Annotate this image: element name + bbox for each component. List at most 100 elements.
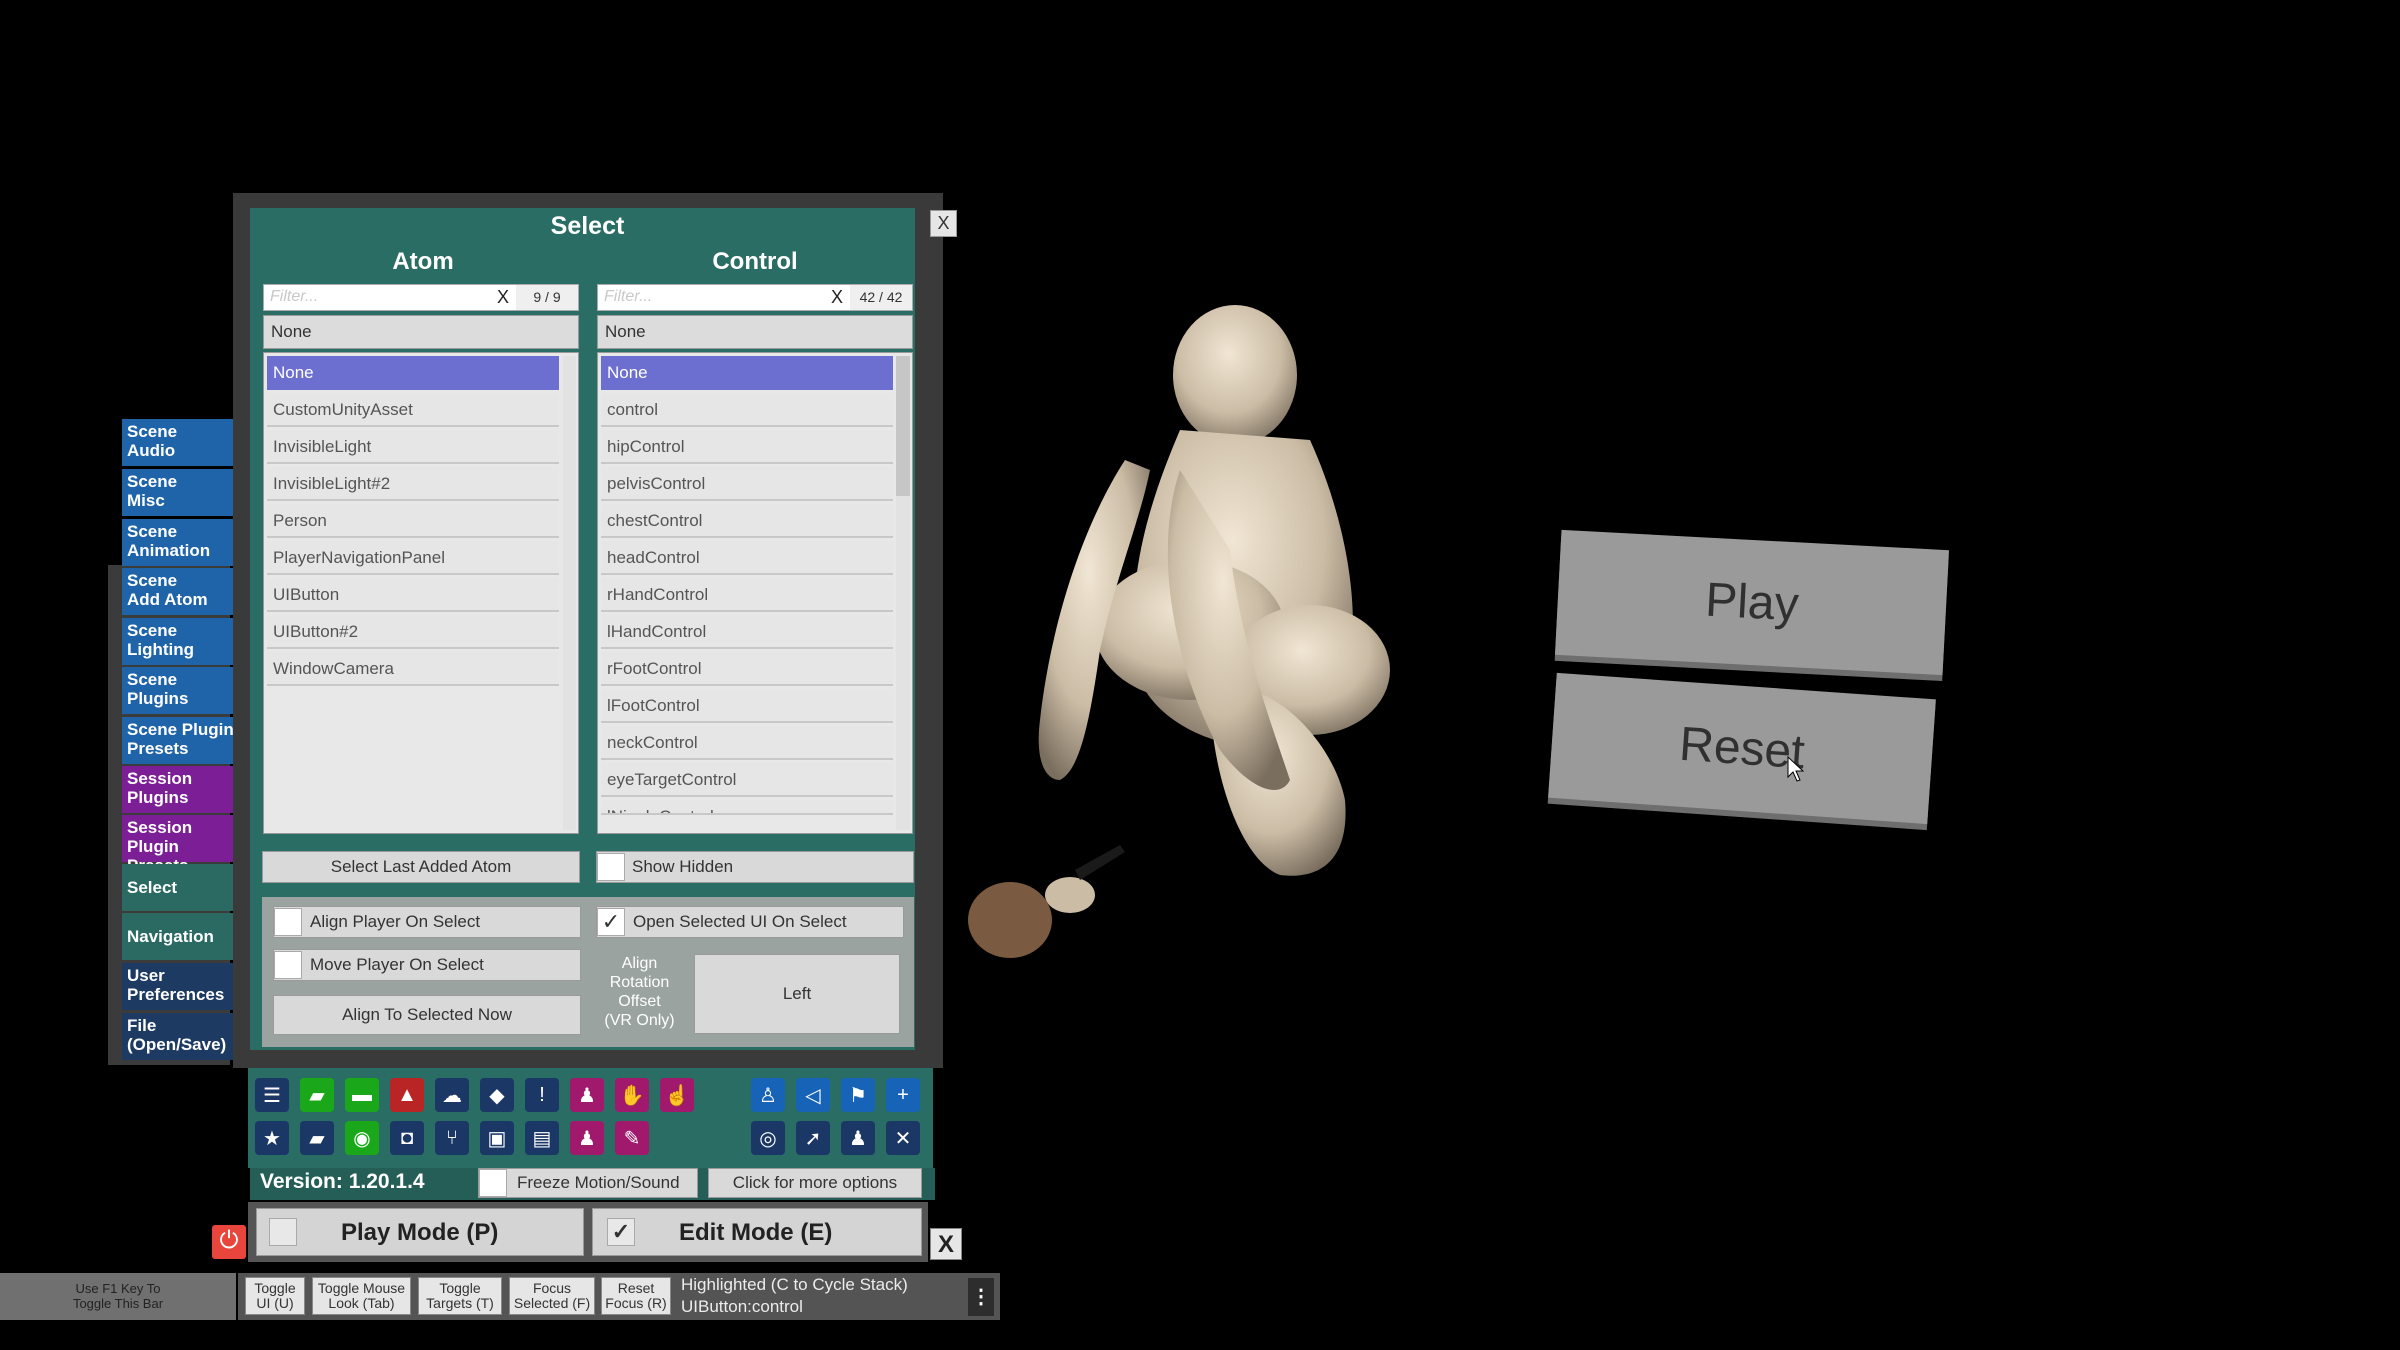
camera-icon[interactable]: ◘ <box>390 1121 424 1155</box>
folder-icon[interactable]: ▬ <box>345 1078 379 1112</box>
more-menu-icon[interactable]: ⋮ <box>968 1278 994 1316</box>
select-last-added-atom-button[interactable]: Select Last Added Atom <box>262 851 580 883</box>
delete-icon[interactable]: ▲ <box>390 1078 424 1112</box>
category-tab[interactable]: Scene Misc <box>122 469 246 516</box>
cloud-icon[interactable]: ☁ <box>435 1078 469 1112</box>
control-list-item[interactable]: lNippleControl <box>601 800 893 815</box>
bottom-bar-button[interactable]: Toggle Targets (T) <box>418 1277 502 1315</box>
atom-list-item[interactable]: PlayerNavigationPanel <box>267 541 559 575</box>
freeze-motion-toggle[interactable]: Freeze Motion/Sound <box>478 1168 698 1198</box>
atom-list-item[interactable]: InvisibleLight <box>267 430 559 464</box>
category-tab[interactable]: Scene Add Atom <box>122 568 246 615</box>
align-rotation-offset-select[interactable]: Left <box>694 954 900 1034</box>
package-icon[interactable]: ▣ <box>480 1121 514 1155</box>
align-player-on-select-toggle[interactable]: Align Player On Select <box>273 906 581 938</box>
pointer-hand-icon[interactable]: ☝ <box>660 1078 694 1112</box>
plus-icon[interactable]: + <box>886 1078 920 1112</box>
control-filter-input[interactable]: Filter... X 42 / 42 <box>597 284 913 311</box>
category-tab[interactable]: Scene Audio <box>122 419 246 466</box>
unity-icon[interactable]: ◁ <box>796 1078 830 1112</box>
control-list-item[interactable]: rFootControl <box>601 652 893 686</box>
move-player-on-select-toggle[interactable]: Move Player On Select <box>273 949 581 981</box>
scene-reset-button[interactable]: Reset <box>1548 672 1936 825</box>
play-mode-checkbox[interactable] <box>269 1218 297 1246</box>
align-player-checkbox[interactable] <box>274 908 302 936</box>
power-icon[interactable]: ⏻ <box>212 1225 246 1259</box>
more-options-button[interactable]: Click for more options <box>708 1168 922 1198</box>
open-selected-ui-checkbox[interactable]: ✓ <box>597 908 625 936</box>
freeze-motion-checkbox[interactable] <box>479 1169 507 1197</box>
tools-icon[interactable]: ✕ <box>886 1121 920 1155</box>
atom-list-scrollbar[interactable] <box>563 356 576 830</box>
category-tab[interactable]: Scene Plugin Presets <box>122 717 246 764</box>
control-list-item[interactable]: chestControl <box>601 504 893 538</box>
atom-list-item[interactable]: UIButton <box>267 578 559 612</box>
open-folder-icon[interactable]: ▰ <box>300 1121 334 1155</box>
cursor-icon[interactable]: ➚ <box>796 1121 830 1155</box>
control-list-item[interactable]: None <box>601 356 893 390</box>
category-tab[interactable]: Scene Animation <box>122 519 246 566</box>
document-icon[interactable]: ▤ <box>525 1121 559 1155</box>
atom-list-item[interactable]: WindowCamera <box>267 652 559 686</box>
control-list-item[interactable]: lHandControl <box>601 615 893 649</box>
menu-icon[interactable]: ☰ <box>255 1078 289 1112</box>
atom-list-item[interactable]: Person <box>267 504 559 538</box>
control-scrollbar-thumb[interactable] <box>896 356 910 496</box>
edit-mode-button[interactable]: ✓ Edit Mode (E) <box>592 1208 922 1256</box>
open-scene-icon[interactable]: ▰ <box>300 1078 334 1112</box>
mode-close-button[interactable]: X <box>930 1228 962 1260</box>
window-close-button[interactable]: X <box>930 210 957 237</box>
control-filter-clear-button[interactable]: X <box>826 285 848 310</box>
hand-icon[interactable]: ✋ <box>615 1078 649 1112</box>
atom-list-item[interactable]: InvisibleLight#2 <box>267 467 559 501</box>
atom-filter-input[interactable]: Filter... X 9 / 9 <box>263 284 579 311</box>
align-to-selected-now-button[interactable]: Align To Selected Now <box>273 995 581 1035</box>
category-tab[interactable]: Scene Plugins <box>122 667 246 714</box>
show-hidden-checkbox[interactable] <box>597 853 625 881</box>
atom-list-item[interactable]: CustomUnityAsset <box>267 393 559 427</box>
bottom-bar-button[interactable]: Toggle UI (U) <box>245 1277 305 1315</box>
atom-selected-value[interactable]: None <box>263 315 579 349</box>
category-tab[interactable]: File (Open/Save) <box>122 1013 246 1060</box>
cube-icon[interactable]: ◆ <box>480 1078 514 1112</box>
alert-icon[interactable]: ! <box>525 1078 559 1112</box>
flag-icon[interactable]: ⚑ <box>841 1078 875 1112</box>
bottom-bar-button[interactable]: Focus Selected (F) <box>509 1277 595 1315</box>
category-tab[interactable]: Scene Lighting <box>122 618 246 665</box>
show-hidden-toggle[interactable]: Show Hidden <box>596 851 914 883</box>
control-list-item[interactable]: hipControl <box>601 430 893 464</box>
control-list-item[interactable]: headControl <box>601 541 893 575</box>
bottom-bar-button[interactable]: Toggle Mouse Look (Tab) <box>312 1277 411 1315</box>
control-list-item[interactable]: eyeTargetControl <box>601 763 893 797</box>
move-player-checkbox[interactable] <box>274 951 302 979</box>
people-icon[interactable]: ♟ <box>841 1121 875 1155</box>
person-settings-icon[interactable]: ♟ <box>570 1078 604 1112</box>
category-tab[interactable]: Select <box>122 864 234 911</box>
control-list-item[interactable]: neckControl <box>601 726 893 760</box>
bottom-bar-button[interactable]: Reset Focus (R) <box>601 1277 671 1315</box>
open-selected-ui-toggle[interactable]: ✓ Open Selected UI On Select <box>596 906 904 938</box>
category-tab[interactable]: Navigation <box>122 913 246 960</box>
control-list-item[interactable]: control <box>601 393 893 427</box>
control-list-scrollbar[interactable] <box>896 356 910 830</box>
control-list-item[interactable]: lFootControl <box>601 689 893 723</box>
edit-mode-checkbox[interactable]: ✓ <box>607 1218 635 1246</box>
person-icon[interactable]: ♙ <box>751 1078 785 1112</box>
person-gear-icon[interactable]: ♟ <box>570 1121 604 1155</box>
category-tab[interactable]: Session Plugins <box>122 766 246 813</box>
scene-play-button[interactable]: Play <box>1554 529 1950 676</box>
atom-list-item[interactable]: None <box>267 356 559 390</box>
category-tab[interactable]: Session Plugin Presets <box>122 815 246 875</box>
control-list-item[interactable]: pelvisControl <box>601 467 893 501</box>
control-list-item[interactable]: rHandControl <box>601 578 893 612</box>
control-selected-value[interactable]: None <box>597 315 913 349</box>
category-tab[interactable]: User Preferences <box>122 963 246 1010</box>
target-icon[interactable]: ◎ <box>751 1121 785 1155</box>
hierarchy-icon[interactable]: ⑂ <box>435 1121 469 1155</box>
play-mode-button[interactable]: Play Mode (P) <box>256 1208 584 1256</box>
star-icon[interactable]: ★ <box>255 1121 289 1155</box>
screenshot-icon[interactable]: ◉ <box>345 1121 379 1155</box>
wrench-icon[interactable]: ✎ <box>615 1121 649 1155</box>
atom-list-item[interactable]: UIButton#2 <box>267 615 559 649</box>
atom-filter-clear-button[interactable]: X <box>492 285 514 310</box>
